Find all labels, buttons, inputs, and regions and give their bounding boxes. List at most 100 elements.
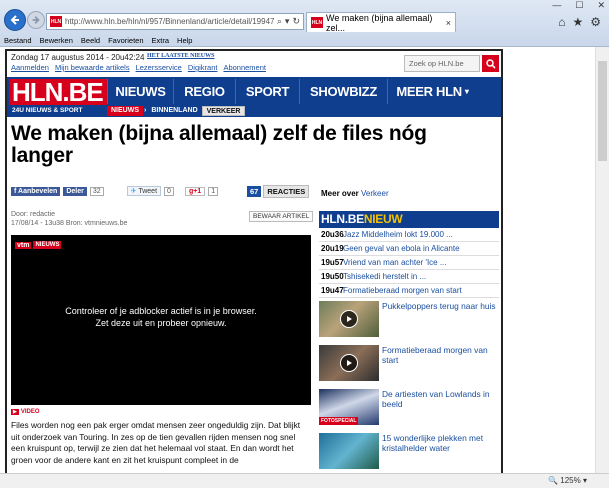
- facebook-share-button[interactable]: Deler: [63, 186, 87, 196]
- menu-bestand[interactable]: Bestand: [4, 36, 32, 47]
- url-text[interactable]: http://www.hln.be/hln/nl/957/Binnenland/…: [65, 17, 274, 26]
- favorites-star-icon[interactable]: ★: [572, 15, 583, 29]
- news-title[interactable]: Geen geval van ebola in Alicante: [343, 244, 460, 253]
- breadcrumb-binnenland[interactable]: BINNENLAND: [147, 106, 202, 116]
- news-thumbnail[interactable]: [319, 301, 379, 337]
- news-item[interactable]: 19u50 Tshisekedi herstelt in ...: [319, 270, 499, 284]
- nav-meer-hln[interactable]: MEER HLN ▾: [387, 79, 477, 104]
- dropdown-icon[interactable]: ▾: [285, 16, 290, 27]
- news-thumbnail[interactable]: [319, 345, 379, 381]
- tweet-label: Tweet: [138, 188, 158, 195]
- news-time: 20u36: [321, 230, 344, 239]
- news-title[interactable]: Formatieberaad morgen van start: [343, 286, 462, 295]
- news-item[interactable]: 20u19 Geen geval van ebola in Alicante: [319, 242, 499, 256]
- search-icon[interactable]: ⌕: [277, 16, 282, 27]
- news-time: 20u19: [321, 244, 344, 253]
- tab-favicon: HLN: [311, 17, 323, 28]
- twitter-bird-icon: ✈: [130, 188, 137, 195]
- latest-news-title-brand: HLN.BE: [321, 212, 364, 226]
- tweet-count: 0: [164, 186, 174, 196]
- news-title[interactable]: Vriend van man achter 'Ice ...: [343, 258, 447, 267]
- news-thumbnail[interactable]: FOTOSPECIAL: [319, 389, 379, 425]
- site-topbar: Zondag 17 augustus 2014 - 20u42:24 Aanme…: [7, 51, 501, 77]
- hln-logo[interactable]: HLN.BE: [9, 79, 107, 105]
- google-plus-count: 1: [208, 186, 219, 196]
- news-time: 19u50: [321, 272, 344, 281]
- vtm-badge: NIEUWS: [33, 241, 62, 249]
- site-search-input[interactable]: Zoek op HLN.be: [404, 55, 480, 72]
- link-lezersservice[interactable]: Lezersservice: [136, 63, 182, 72]
- link-digikrant[interactable]: Digikrant: [188, 63, 218, 72]
- news-image-item[interactable]: FOTOSPECIAL De artiesten van Lowlands in…: [319, 386, 499, 430]
- news-item[interactable]: 19u57 Vriend van man achter 'Ice ...: [319, 256, 499, 270]
- breadcrumb-nieuws[interactable]: NIEUWS: [107, 106, 143, 116]
- window-controls: — ☐ ✕: [552, 0, 605, 11]
- het-laatste-nieuws-logo[interactable]: HET LAATSTE NIEUWS: [147, 53, 214, 59]
- zoom-icon: 🔍: [548, 476, 559, 485]
- facebook-count: 32: [89, 186, 104, 196]
- current-date: Zondag 17 augustus 2014 - 20u42:24: [11, 53, 145, 62]
- maximize-icon[interactable]: ☐: [575, 0, 583, 11]
- link-aanmelden[interactable]: Aanmelden: [11, 63, 49, 72]
- nav-regio[interactable]: REGIO: [173, 79, 235, 104]
- menu-extra[interactable]: Extra: [152, 36, 170, 47]
- article-timestamp: 17/08/14 - 13u38 Bron: vtmnieuws.be: [11, 220, 128, 227]
- browser-toolbar-right: ⌂ ★ ⚙: [558, 15, 601, 29]
- vtm-brand: vtm: [15, 241, 32, 249]
- nav-meer-hln-label: MEER HLN: [396, 84, 462, 99]
- link-bewaarde-artikels[interactable]: Mijn bewaarde artikels: [55, 63, 130, 72]
- google-plus-button[interactable]: g+1: [184, 186, 206, 196]
- back-button[interactable]: [4, 9, 26, 31]
- menu-bewerken[interactable]: Bewerken: [40, 36, 73, 47]
- site-search-button[interactable]: [482, 55, 499, 72]
- chevron-down-icon: ▾: [464, 87, 469, 96]
- forward-button[interactable]: [27, 11, 45, 29]
- link-abonnement[interactable]: Abonnement: [223, 63, 266, 72]
- save-article-button[interactable]: BEWAAR ARTIKEL: [249, 211, 314, 222]
- meer-over-link[interactable]: Verkeer: [361, 189, 389, 198]
- scrollbar-thumb[interactable]: [598, 61, 607, 161]
- news-caption[interactable]: De artiesten van Lowlands in beeld: [382, 389, 499, 430]
- tab-title: We maken (bijna allemaal) zel...: [326, 12, 433, 33]
- news-image-item[interactable]: Formatieberaad morgen van start: [319, 342, 499, 386]
- zoom-level[interactable]: 🔍 125% ▾: [548, 476, 587, 485]
- video-player[interactable]: vtm NIEUWS Controleer of je adblocker ac…: [11, 235, 311, 405]
- breadcrumb-verkeer[interactable]: VERKEER: [201, 106, 246, 116]
- news-item[interactable]: 19u47 Formatieberaad morgen van start: [319, 284, 499, 298]
- home-icon[interactable]: ⌂: [558, 15, 565, 29]
- news-image-item[interactable]: Pukkelpoppers terug naar huis: [319, 298, 499, 342]
- facebook-like-button[interactable]: f Aanbevelen: [11, 186, 61, 196]
- menu-help[interactable]: Help: [177, 36, 192, 47]
- news-image-item[interactable]: 15 wonderlijke plekken met kristalhelder…: [319, 430, 499, 473]
- latest-news-header: HLN.BENIEUW: [319, 211, 499, 228]
- tab-close-icon[interactable]: ×: [446, 18, 451, 28]
- reactions-button[interactable]: 67 REACTIES: [247, 185, 310, 198]
- close-window-icon[interactable]: ✕: [597, 0, 605, 11]
- zoom-value: 125%: [560, 476, 581, 485]
- vertical-scrollbar[interactable]: [595, 47, 609, 473]
- nav-sport[interactable]: SPORT: [235, 79, 299, 104]
- reactions-label: REACTIES: [263, 185, 310, 198]
- news-title[interactable]: Tshisekedi herstelt in ...: [343, 272, 426, 281]
- nav-showbizz[interactable]: SHOWBIZZ: [299, 79, 387, 104]
- nav-nieuws[interactable]: NIEUWS: [107, 79, 173, 104]
- menu-favorieten[interactable]: Favorieten: [108, 36, 143, 47]
- menu-beeld[interactable]: Beeld: [81, 36, 100, 47]
- news-caption[interactable]: 15 wonderlijke plekken met kristalhelder…: [382, 433, 499, 473]
- video-label: ▶ VIDEO: [11, 409, 40, 415]
- news-caption[interactable]: Formatieberaad morgen van start: [382, 345, 499, 386]
- news-item[interactable]: 20u36 Jazz Middelheim lokt 19.000 ...: [319, 228, 499, 242]
- refresh-icon[interactable]: ↻: [292, 16, 300, 27]
- minimize-icon[interactable]: —: [552, 0, 561, 11]
- news-caption[interactable]: Pukkelpoppers terug naar huis: [382, 301, 496, 342]
- facebook-like-label: Aanbevelen: [18, 187, 58, 195]
- tweet-button[interactable]: ✈ Tweet: [126, 186, 162, 196]
- vtm-nieuws-logo: vtm NIEUWS: [15, 241, 62, 249]
- news-thumbnail[interactable]: [319, 433, 379, 469]
- browser-tab[interactable]: HLN We maken (bijna allemaal) zel... ×: [306, 12, 456, 33]
- settings-gear-icon[interactable]: ⚙: [590, 15, 601, 29]
- news-title[interactable]: Jazz Middelheim lokt 19.000 ...: [343, 230, 453, 239]
- address-bar[interactable]: HLN http://www.hln.be/hln/nl/957/Binnenl…: [46, 13, 304, 30]
- chevron-down-icon: ▾: [582, 476, 587, 485]
- reactions-count: 67: [247, 186, 262, 197]
